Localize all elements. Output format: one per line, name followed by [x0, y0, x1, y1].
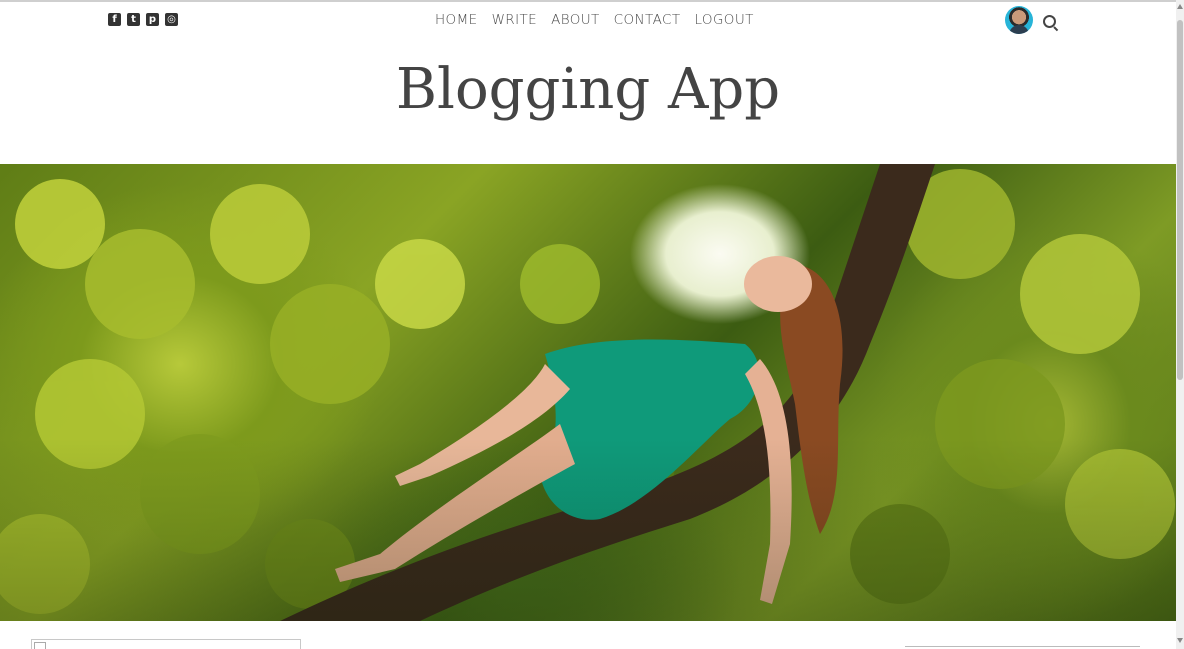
scroll-up-arrow-icon[interactable]: [1177, 4, 1183, 9]
twitter-square-icon[interactable]: t: [127, 13, 140, 26]
header-image: [0, 164, 1176, 621]
post-thumbnail[interactable]: [31, 639, 301, 649]
avatar-shirt: [1009, 25, 1029, 34]
scroll-down-arrow-icon[interactable]: [1177, 638, 1183, 643]
nav-item-write[interactable]: WRITE: [492, 12, 538, 28]
broken-image-icon: [34, 642, 46, 649]
top-navbar: f t p ◎ HOME WRITE ABOUT CONTACT LOGOUT: [0, 2, 1176, 38]
nav-item-logout[interactable]: LOGOUT: [694, 12, 753, 28]
site-title: Blogging App: [395, 57, 781, 122]
nav-menu: HOME WRITE ABOUT CONTACT LOGOUT: [435, 12, 754, 28]
instagram-icon[interactable]: ◎: [165, 13, 178, 26]
user-avatar[interactable]: [1005, 6, 1033, 34]
page-scrollbar[interactable]: [1176, 0, 1184, 649]
facebook-square-icon[interactable]: f: [108, 13, 121, 26]
pinterest-square-icon[interactable]: p: [146, 13, 159, 26]
nav-item-contact[interactable]: CONTACT: [614, 12, 681, 28]
blog-page: f t p ◎ HOME WRITE ABOUT CONTACT LOGOUT …: [0, 0, 1184, 649]
scroll-thumb[interactable]: [1177, 20, 1183, 380]
nav-item-about[interactable]: ABOUT: [551, 12, 600, 28]
hero-shade: [0, 164, 1176, 621]
sidebar-divider: [905, 646, 1140, 647]
search-icon[interactable]: [1043, 15, 1056, 28]
social-links: f t p ◎: [108, 13, 178, 26]
nav-item-home[interactable]: HOME: [435, 12, 478, 28]
